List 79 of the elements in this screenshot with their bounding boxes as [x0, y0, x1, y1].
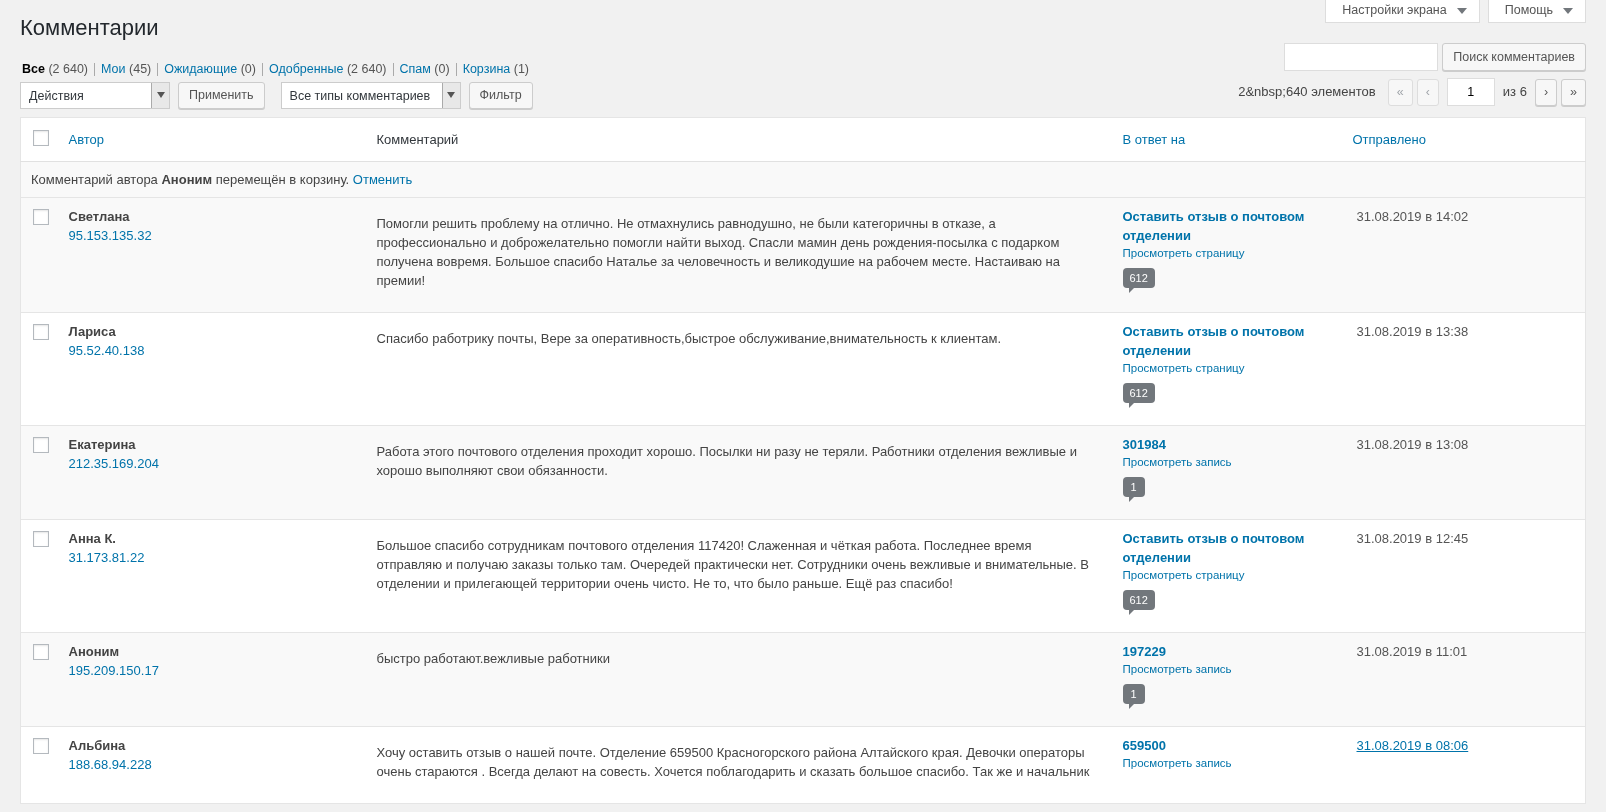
- author-name: Анна К.: [68, 530, 117, 549]
- caret-icon: [447, 92, 456, 99]
- filter-link[interactable]: Спам: [399, 61, 431, 76]
- post-link[interactable]: 301984: [1122, 435, 1337, 455]
- filter-count: (2 640): [48, 61, 89, 76]
- view-link[interactable]: Просмотреть страницу: [1122, 245, 1337, 263]
- view-link[interactable]: Просмотреть запись: [1122, 454, 1337, 472]
- filter-link[interactable]: Мои: [101, 61, 126, 76]
- comment-text: Спасибо работрику почты, Вере за оперативность,быстрое обслуживание,внимательность к клиентам.: [376, 330, 1002, 349]
- apply-button[interactable]: Применить: [178, 81, 265, 109]
- filter-count: (1): [513, 61, 530, 76]
- comment-text: Помогли решить проблему на отлично. Не отмахнулись равнодушно, не были категоричны в отказе, а профессионально и доброжелательно помогли найти выход. Спасли мамин день рождения-посылка с подарком получена вовремя. Большое спасибо Наталье за человечность и великодушие на рабочем месте. Настаиваю на премии!: [376, 215, 1061, 291]
- pagination-button[interactable]: ›: [1534, 78, 1558, 106]
- author-name: Екатерина: [68, 436, 137, 455]
- ip-link[interactable]: 31.173.81.22: [68, 550, 145, 566]
- filter-link[interactable]: Одобренные: [268, 61, 344, 76]
- checkbox[interactable]: [33, 129, 49, 146]
- comment-text: Хочу оставить отзыв о нашей почте. Отделение 659500 Красногорского района Алтайского края. Девочки операторы очень стараются . Всегда делают на совесть. Хочется поблагодарить и сказать большое спасибо. Так же и начальник: [376, 744, 1091, 782]
- post-link[interactable]: Оставить отзыв о почтовом отделении: [1122, 207, 1337, 246]
- checkbox[interactable]: [33, 531, 49, 548]
- column-header[interactable]: В ответ на: [1122, 131, 1186, 147]
- notice-text: Комментарий автора Аноним перемещён в корзину.: [31, 172, 350, 188]
- view-link[interactable]: Просмотреть запись: [1122, 755, 1337, 773]
- post-link[interactable]: 659500: [1122, 736, 1337, 756]
- caret-icon: [1456, 7, 1467, 14]
- checkbox[interactable]: [33, 738, 49, 755]
- ip-link[interactable]: 188.68.94.228: [68, 757, 152, 773]
- comment-date[interactable]: 31.08.2019 в 08:06: [1356, 738, 1469, 754]
- ip-link[interactable]: 212.35.169.204: [68, 456, 159, 472]
- comment-text: быстро работают.вежливые работники: [376, 650, 611, 669]
- filter-count: (45): [129, 61, 152, 76]
- comment-date: 31.08.2019 в 11:01: [1356, 644, 1468, 660]
- view-link[interactable]: Просмотреть запись: [1122, 661, 1337, 679]
- comment-date: 31.08.2019 в 14:02: [1356, 209, 1469, 225]
- checkbox[interactable]: [33, 644, 49, 661]
- page-total: из 6: [1502, 83, 1527, 102]
- comment-date: 31.08.2019 в 13:08: [1356, 437, 1469, 453]
- post-link[interactable]: 197229: [1122, 642, 1337, 662]
- screen-tab[interactable]: Настройки экрана: [1325, 0, 1480, 23]
- author-name: Светлана: [68, 208, 131, 227]
- ip-link[interactable]: 95.153.135.32: [68, 228, 152, 244]
- filter-button[interactable]: Фильтр: [468, 81, 533, 109]
- comment-date: 31.08.2019 в 12:45: [1356, 531, 1469, 547]
- author-name: Лариса: [68, 323, 117, 342]
- filter-count: (2 640): [346, 61, 387, 76]
- page-title: Комментарии: [20, 14, 160, 42]
- select-field[interactable]: Действия: [20, 81, 170, 109]
- caret-icon: [1563, 7, 1573, 14]
- pagination-button[interactable]: »: [1561, 78, 1586, 106]
- post-link[interactable]: Оставить отзыв о почтовом отделении: [1122, 529, 1337, 568]
- view-link[interactable]: Просмотреть страницу: [1122, 567, 1337, 585]
- search-field[interactable]: [1284, 43, 1439, 71]
- column-header: Комментарий: [376, 131, 459, 147]
- page-field[interactable]: 1: [1446, 78, 1495, 106]
- column-header[interactable]: Автор: [68, 131, 105, 147]
- ip-link[interactable]: 95.52.40.138: [68, 343, 145, 359]
- author-name: Альбина: [68, 737, 127, 756]
- filter-count: (0): [240, 61, 256, 76]
- screen-tab[interactable]: Помощь: [1487, 0, 1586, 23]
- filter-link[interactable]: Все: [22, 61, 45, 76]
- undo-link[interactable]: Отменить: [352, 172, 413, 188]
- checkbox[interactable]: [33, 324, 49, 341]
- post-link[interactable]: Оставить отзыв о почтовом отделении: [1122, 322, 1337, 361]
- author-name: Аноним: [68, 643, 121, 662]
- ip-link[interactable]: 195.209.150.17: [68, 663, 159, 679]
- comment-text: Работа этого почтового отделения проходит хорошо. Посылки ни разу не теряли. Работники отделения вежливые и хорошо выполняют свои обязанности.: [376, 443, 1078, 481]
- comment-text: Большое спасибо сотрудникам почтового отделения 117420! Слаженная и чёткая работа. Последнее время отправляю и получаю заказы только там. Очередей практически нет. Сотрудники очень вежливые и внимательные. В отделении и прилегающей территории очень чисто. Не то, что было раньше. Ещё раз спасибо!: [376, 537, 1090, 594]
- select-field[interactable]: Все типы комментариев: [280, 81, 461, 109]
- column-header[interactable]: Отправлено: [1352, 131, 1426, 147]
- caret-icon: [156, 92, 165, 99]
- search-button[interactable]: Поиск комментариев: [1442, 43, 1586, 71]
- comment-date: 31.08.2019 в 13:38: [1356, 324, 1469, 340]
- filter-count: (0): [434, 61, 450, 76]
- view-link[interactable]: Просмотреть страницу: [1122, 360, 1337, 378]
- item-count: 2&nbsp;640 элементов: [1238, 83, 1376, 102]
- filter-link[interactable]: Корзина: [462, 61, 511, 76]
- filter-link[interactable]: Ожидающие: [164, 61, 238, 76]
- checkbox[interactable]: [33, 437, 49, 454]
- checkbox[interactable]: [33, 209, 49, 226]
